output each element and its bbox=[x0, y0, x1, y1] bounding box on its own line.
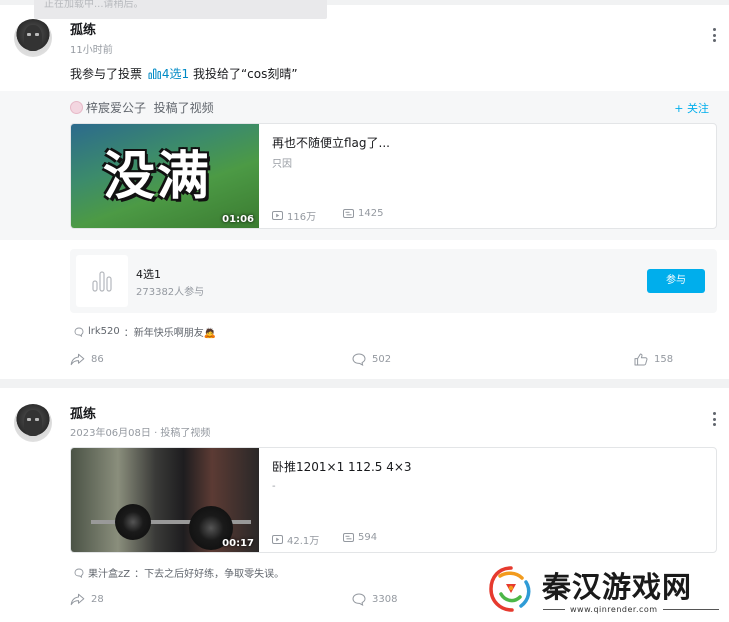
top-comment[interactable]: 果汁盒zZ ：下去之后好好练，争取零失误。 bbox=[74, 565, 284, 580]
avatar-face bbox=[24, 25, 42, 51]
post-time: 2023年06月08日 · 投稿了视频 bbox=[70, 428, 211, 439]
repost-header: 梓宸爱公子 投稿了视频 bbox=[70, 99, 214, 116]
post-text-suffix: 我投给了“cos刻晴” bbox=[189, 67, 298, 81]
feed-card: 孤练 11小时前 我参与了投票 4选1 我投给了“cos刻晴” 梓宸爱公子 投稿… bbox=[0, 5, 729, 379]
share-button[interactable]: 86 bbox=[70, 353, 104, 366]
danmaku-count-value: 1425 bbox=[358, 208, 384, 219]
share-count: 86 bbox=[91, 354, 104, 365]
site-logo bbox=[489, 566, 531, 612]
repost-block[interactable]: 梓宸爱公子 投稿了视频 + 关注 没满 01:06 再也不随便立flag了...… bbox=[0, 91, 729, 240]
vote-link[interactable]: 4选1 bbox=[162, 67, 189, 81]
comment-icon bbox=[74, 327, 84, 337]
danmaku-icon bbox=[343, 533, 354, 542]
more-vertical-icon[interactable] bbox=[713, 28, 717, 44]
join-vote-button[interactable]: 参与 bbox=[647, 269, 705, 293]
video-thumbnail[interactable]: 00:17 bbox=[71, 448, 259, 552]
share-button[interactable]: 28 bbox=[70, 593, 104, 606]
comment-icon bbox=[74, 568, 84, 578]
like-count: 158 bbox=[654, 354, 674, 365]
vote-icon-box bbox=[76, 255, 128, 307]
vote-card[interactable]: 4选1 273382人参与 参与 bbox=[70, 249, 717, 313]
avatar[interactable] bbox=[14, 404, 52, 442]
video-duration: 00:17 bbox=[222, 538, 254, 549]
avatar[interactable] bbox=[14, 19, 52, 57]
play-icon bbox=[272, 211, 283, 220]
vote-participants: 273382人参与 bbox=[136, 287, 205, 298]
video-title[interactable]: 卧推1201×1 112.5 4×3 bbox=[272, 458, 412, 475]
play-count: 42.1万 bbox=[272, 532, 319, 547]
share-icon bbox=[70, 353, 85, 366]
comment-user[interactable]: lrk520 bbox=[88, 326, 120, 337]
comment-text: ：下去之后好好练，争取零失误。 bbox=[134, 569, 285, 580]
video-subtitle: 只因 bbox=[272, 159, 292, 170]
post-time: 11小时前 bbox=[70, 45, 113, 56]
avatar-eye bbox=[27, 418, 31, 421]
danmaku-count-value: 594 bbox=[358, 532, 378, 543]
avatar-face bbox=[24, 410, 42, 436]
share-icon bbox=[70, 593, 85, 606]
repost-avatar[interactable] bbox=[70, 101, 83, 114]
repost-action: 投稿了视频 bbox=[153, 101, 214, 115]
danmaku-count: 1425 bbox=[343, 208, 383, 219]
top-comment[interactable]: lrk520 ：新年快乐啊朋友🙇 bbox=[74, 324, 216, 339]
comment-icon bbox=[352, 593, 366, 606]
username[interactable]: 孤练 bbox=[70, 19, 96, 38]
repost-author[interactable]: 梓宸爱公子 bbox=[86, 101, 146, 115]
danmaku-icon bbox=[343, 209, 354, 218]
comment-count: 3308 bbox=[372, 594, 398, 605]
danmaku-count: 594 bbox=[343, 532, 377, 543]
comment-button[interactable]: 3308 bbox=[352, 593, 397, 606]
avatar-eye bbox=[27, 33, 31, 36]
thumbs-up-icon bbox=[634, 353, 648, 366]
vote-bars-icon bbox=[148, 68, 161, 79]
video-card[interactable]: 没满 01:06 再也不随便立flag了... 只因 116万 1425 bbox=[70, 123, 717, 229]
avatar-eye bbox=[35, 33, 39, 36]
username[interactable]: 孤练 bbox=[70, 403, 96, 422]
site-watermark: 秦汉游戏网 www.qinrender.com bbox=[480, 556, 729, 622]
loading-toast-text: 正在加载中...请稍后。 bbox=[44, 0, 144, 10]
watermark-url: www.qinrender.com bbox=[570, 605, 658, 614]
video-thumbnail[interactable]: 没满 01:06 bbox=[71, 124, 259, 228]
thumbnail-plate bbox=[115, 504, 151, 540]
vote-bars-icon bbox=[92, 271, 112, 292]
play-count-value: 42.1万 bbox=[287, 536, 320, 547]
divider bbox=[543, 609, 565, 610]
like-button[interactable]: 158 bbox=[634, 353, 673, 366]
watermark-title: 秦汉游戏网 bbox=[542, 570, 693, 604]
avatar-eye bbox=[35, 418, 39, 421]
post-text-prefix: 我参与了投票 bbox=[70, 67, 143, 81]
thumbnail-text: 没满 bbox=[103, 147, 212, 207]
video-card[interactable]: 00:17 卧推1201×1 112.5 4×3 - 42.1万 594 bbox=[70, 447, 717, 553]
divider bbox=[663, 609, 719, 610]
comment-user[interactable]: 果汁盒zZ bbox=[88, 565, 130, 580]
post-text: 我参与了投票 4选1 我投给了“cos刻晴” bbox=[70, 65, 298, 82]
video-title[interactable]: 再也不随便立flag了... bbox=[272, 134, 390, 151]
video-subtitle: - bbox=[272, 481, 276, 492]
comment-button[interactable]: 502 bbox=[352, 353, 391, 366]
play-count: 116万 bbox=[272, 208, 316, 223]
share-count: 28 bbox=[91, 594, 104, 605]
comment-count: 502 bbox=[372, 354, 392, 365]
comment-icon bbox=[352, 353, 366, 366]
play-count-value: 116万 bbox=[287, 212, 317, 223]
loading-toast: 正在加载中...请稍后。 bbox=[34, 0, 327, 19]
play-icon bbox=[272, 535, 283, 544]
follow-button[interactable]: + 关注 bbox=[674, 100, 709, 116]
video-duration: 01:06 bbox=[222, 214, 254, 225]
comment-text: ：新年快乐啊朋友🙇 bbox=[123, 328, 217, 339]
more-vertical-icon[interactable] bbox=[713, 412, 717, 428]
vote-title: 4选1 bbox=[136, 268, 161, 281]
